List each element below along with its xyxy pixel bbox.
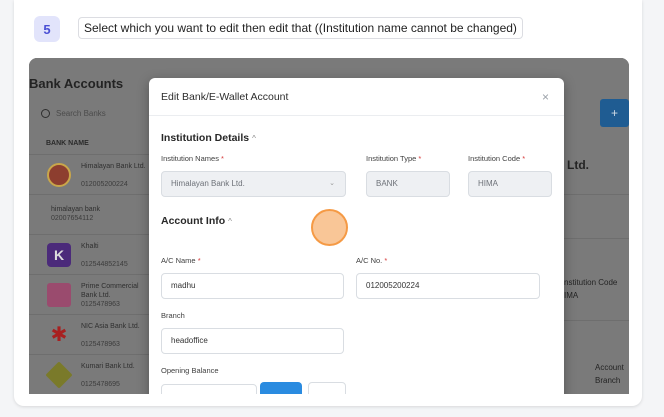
bank-number: 0125478963 bbox=[81, 301, 120, 308]
divider bbox=[564, 194, 629, 195]
bank-number: 012005200224 bbox=[81, 181, 128, 188]
bank-name: Prime Commercial Bank Ltd. bbox=[81, 283, 139, 299]
column-header-bank-name: BANK NAME bbox=[46, 140, 89, 147]
section-heading-text: Account Info bbox=[161, 215, 226, 227]
required-mark: * bbox=[522, 154, 526, 163]
bank-list-item[interactable]: K Khalti 012544852145 bbox=[29, 234, 149, 274]
divider bbox=[564, 320, 629, 321]
field-label-text: Opening Balance bbox=[161, 366, 219, 375]
institution-type-field[interactable]: BANK bbox=[366, 171, 450, 197]
institution-names-select[interactable]: Himalayan Bank Ltd. ⌄ bbox=[161, 171, 346, 197]
opening-balance-label: Opening Balance bbox=[161, 366, 219, 375]
branch-label: Branch bbox=[161, 311, 185, 320]
institution-details-heading[interactable]: Institution Details ^ bbox=[161, 132, 256, 144]
field-label-text: Branch bbox=[161, 311, 185, 320]
bank-number: 02007654112 bbox=[51, 215, 94, 222]
required-mark: * bbox=[221, 154, 224, 163]
required-mark: * bbox=[197, 256, 201, 265]
field-label-text: Institution Names bbox=[161, 154, 219, 163]
bank-name: Khalti bbox=[81, 243, 99, 250]
required-mark: * bbox=[384, 256, 388, 265]
close-icon[interactable]: × bbox=[542, 90, 549, 104]
bank-name: Kumari Bank Ltd. bbox=[81, 363, 135, 370]
field-value: headoffice bbox=[171, 336, 208, 345]
edit-account-modal: Edit Bank/E-Wallet Account × Institution… bbox=[149, 78, 564, 394]
step-instruction: Select which you want to edit then edit … bbox=[78, 17, 523, 39]
ac-name-input[interactable]: madhu bbox=[161, 273, 344, 299]
field-value: BANK bbox=[376, 179, 398, 188]
modal-title: Edit Bank/E-Wallet Account bbox=[161, 91, 289, 103]
bank-list-item[interactable]: himalayan bank 02007654112 bbox=[29, 194, 149, 234]
ac-name-label: A/C Name * bbox=[161, 256, 201, 265]
field-label-text: A/C Name bbox=[161, 256, 196, 265]
branch-input[interactable]: headoffice bbox=[161, 328, 344, 354]
background-ltd-fragment: Ltd. bbox=[567, 158, 589, 172]
ac-no-label: A/C No. * bbox=[356, 256, 387, 265]
field-label-text: Institution Code bbox=[468, 154, 521, 163]
search-placeholder: Search Banks bbox=[56, 108, 106, 118]
institution-code-field[interactable]: HIMA bbox=[468, 171, 552, 197]
institution-code-label: Institution Code * bbox=[468, 154, 525, 163]
bank-list-item[interactable]: Prime Commercial Bank Ltd. 0125478963 bbox=[29, 274, 149, 314]
bank-search[interactable]: Search Banks bbox=[41, 102, 147, 124]
search-icon bbox=[41, 108, 50, 118]
bank-name: NIC Asia Bank Ltd. bbox=[81, 323, 140, 330]
field-label-text: A/C No. bbox=[356, 256, 383, 265]
bank-name: Himalayan Bank Ltd. bbox=[81, 163, 146, 170]
himalayan-bank-logo-icon bbox=[47, 163, 71, 187]
bank-list-item[interactable]: Himalayan Bank Ltd. 012005200224 bbox=[29, 154, 149, 194]
step-number-badge: 5 bbox=[34, 16, 60, 42]
khalti-logo-icon: K bbox=[47, 243, 71, 267]
page-title: Bank Accounts bbox=[29, 76, 124, 91]
bank-list-item[interactable]: Kumari Bank Ltd. 0125478695 bbox=[29, 354, 149, 394]
bank-number: 0125478695 bbox=[81, 381, 120, 388]
ac-no-input[interactable]: 012005200224 bbox=[356, 273, 540, 299]
bank-list-item[interactable]: ✱ NIC Asia Bank Ltd. 0125478963 bbox=[29, 314, 149, 354]
required-mark: * bbox=[418, 154, 422, 163]
divider bbox=[564, 238, 629, 239]
opening-balance-input[interactable] bbox=[161, 384, 257, 394]
divider bbox=[149, 115, 564, 116]
institution-names-label: Institution Names * bbox=[161, 154, 224, 163]
background-institution-code-fragment: nstitution Code bbox=[564, 278, 618, 287]
add-bank-button[interactable]: + bbox=[600, 99, 629, 127]
chevron-up-icon: ^ bbox=[252, 134, 256, 143]
kumari-bank-logo-icon bbox=[45, 361, 73, 389]
bank-list: Himalayan Bank Ltd. 012005200224 himalay… bbox=[29, 154, 149, 394]
chevron-up-icon: ^ bbox=[228, 217, 232, 226]
prime-bank-logo-icon bbox=[47, 283, 71, 307]
background-account-fragment: Account bbox=[595, 363, 624, 372]
click-highlight-marker bbox=[311, 209, 348, 246]
section-heading-text: Institution Details bbox=[161, 132, 250, 144]
account-info-heading[interactable]: Account Info ^ bbox=[161, 215, 232, 227]
bank-name: himalayan bank bbox=[51, 206, 101, 213]
field-value: HIMA bbox=[478, 179, 498, 188]
nic-asia-logo-icon: ✱ bbox=[50, 324, 68, 346]
background-branch-fragment: Branch bbox=[595, 376, 621, 385]
debit-toggle-button[interactable] bbox=[260, 382, 302, 394]
bank-number: 012544852145 bbox=[81, 261, 128, 268]
chevron-down-icon: ⌄ bbox=[329, 180, 335, 187]
institution-type-label: Institution Type * bbox=[366, 154, 421, 163]
field-value: Himalayan Bank Ltd. bbox=[171, 179, 245, 188]
field-label-text: Institution Type bbox=[366, 154, 417, 163]
bank-number: 0125478963 bbox=[81, 341, 120, 348]
credit-toggle-button[interactable] bbox=[308, 382, 346, 394]
field-value: madhu bbox=[171, 281, 196, 290]
background-hima-fragment: IMA bbox=[564, 291, 579, 300]
field-value: 012005200224 bbox=[366, 281, 420, 290]
